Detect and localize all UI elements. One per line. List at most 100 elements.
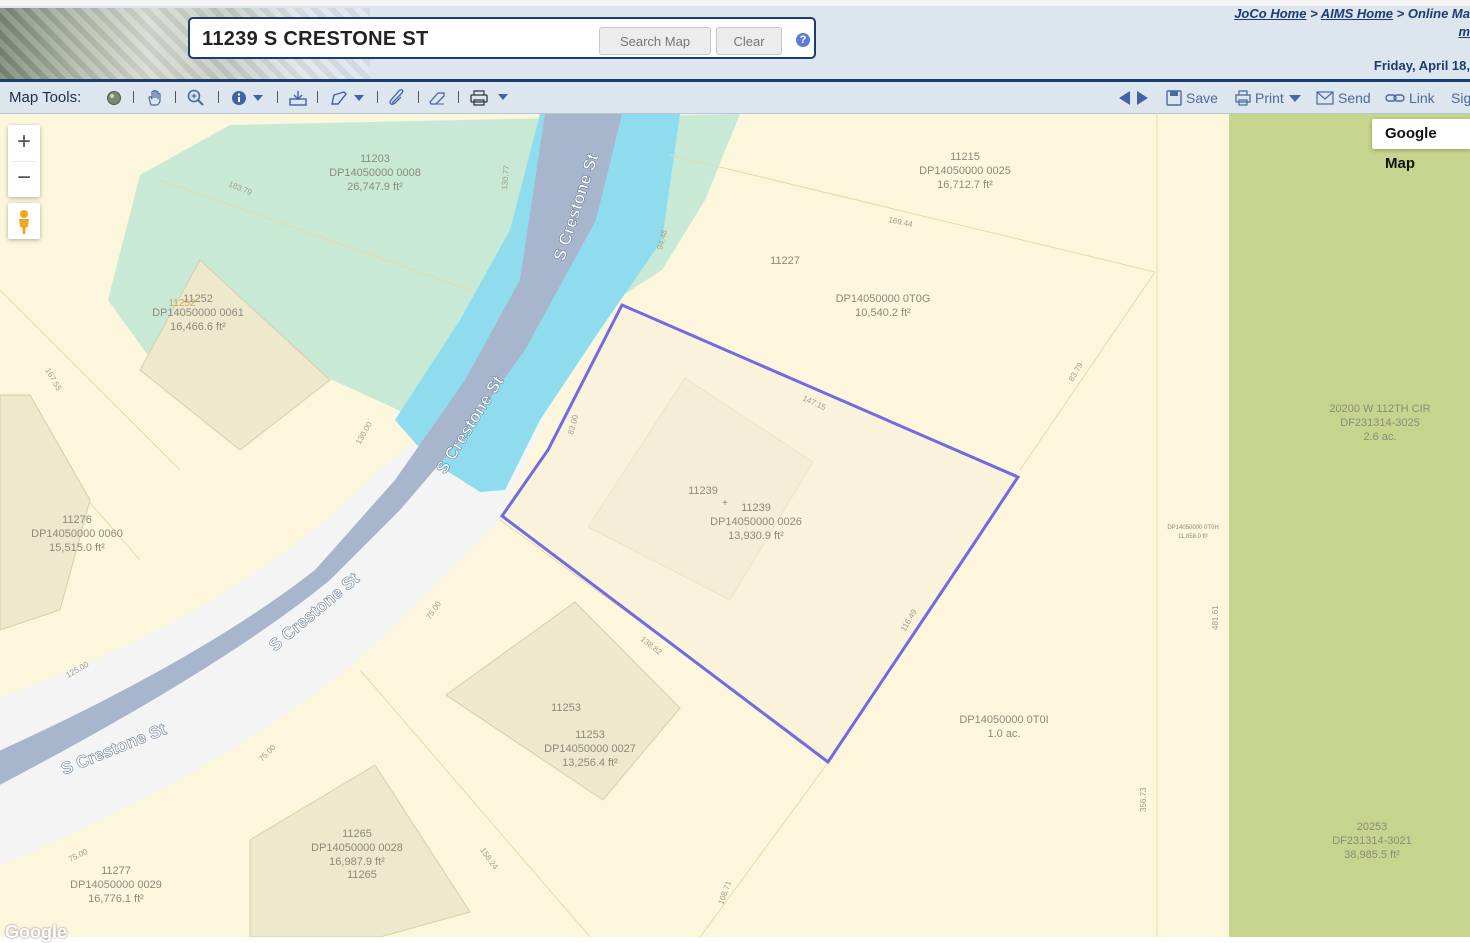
- globe-icon[interactable]: [106, 88, 122, 108]
- save-icon: [1166, 90, 1182, 106]
- parcel-label: 11253: [575, 729, 605, 741]
- link-label: Link: [1409, 90, 1435, 106]
- app-header: 11239 S CRESTONE ST Search Map Clear ? J…: [0, 0, 1470, 82]
- erase-icon[interactable]: [428, 88, 448, 108]
- zoom-control: + −: [8, 125, 40, 197]
- save-button[interactable]: Save: [1166, 90, 1218, 106]
- street-view-pegman-icon[interactable]: [8, 203, 40, 239]
- search-map-button[interactable]: Search Map: [599, 27, 711, 55]
- parcel-label: 13,256.4 ft²: [562, 757, 618, 769]
- park-area: [1229, 114, 1470, 937]
- chevron-down-icon: [1288, 95, 1301, 102]
- back-forward-arrows-icon[interactable]: [1118, 90, 1156, 106]
- dimension-label: 130.00: [354, 420, 374, 446]
- save-label: Save: [1186, 90, 1218, 106]
- toolbar-separator: [377, 91, 378, 103]
- dimension-label: 356.73: [1139, 787, 1148, 812]
- parcel-label: 11215: [950, 151, 980, 163]
- measure-icon[interactable]: [388, 88, 406, 108]
- joco-home-link[interactable]: JoCo Home: [1234, 6, 1306, 21]
- zoom-in-button[interactable]: +: [8, 125, 40, 161]
- dimension-label: 481.61: [1211, 605, 1220, 630]
- parcel-label: 20200 W 112TH CIR: [1329, 403, 1430, 415]
- hand-pan-icon[interactable]: [146, 88, 164, 108]
- parcel-label: 26,747.9 ft²: [347, 181, 403, 193]
- parcel-label: 11253: [551, 702, 581, 714]
- toolbar-separator: [317, 91, 318, 103]
- parcel-label: DP14050000 0T0G: [836, 293, 931, 305]
- printer-icon: [1235, 90, 1251, 106]
- parcel-label: 15,515.0 ft²: [49, 542, 105, 554]
- account-link[interactable]: m: [1458, 24, 1470, 39]
- clear-button[interactable]: Clear: [716, 27, 782, 55]
- parcel-label: 11276: [62, 514, 92, 526]
- help-icon[interactable]: ?: [796, 33, 810, 47]
- parcel-label: 11265: [342, 828, 372, 840]
- aims-home-link[interactable]: AIMS Home: [1321, 6, 1393, 21]
- parcel-label: DP14050000 0026: [710, 516, 802, 528]
- dimension-label: 167.55: [43, 367, 63, 393]
- history-nav[interactable]: [1118, 90, 1156, 106]
- toolbar-separator: [458, 91, 459, 103]
- parcel-label: DP14050000 0T0I: [959, 714, 1048, 726]
- parcel-label: DP14050000 0008: [329, 167, 421, 179]
- parcel-label: 11239: [741, 502, 771, 514]
- link-button[interactable]: Link: [1385, 90, 1435, 106]
- parcel-label: DP14050000 0027: [544, 743, 636, 755]
- search-bar: 11239 S CRESTONE ST Search Map Clear ?: [188, 17, 816, 59]
- dimension-label: 169.44: [888, 215, 914, 229]
- parcel-label: 2.6 ac.: [1363, 431, 1396, 443]
- breadcrumb-separator: >: [1396, 6, 1405, 21]
- info-icon[interactable]: [231, 88, 265, 108]
- zoom-out-button[interactable]: −: [8, 161, 40, 197]
- breadcrumb-separator: >: [1310, 6, 1318, 21]
- draw-icon[interactable]: [330, 88, 370, 108]
- toolbar-separator: [175, 91, 176, 103]
- online-maps-link[interactable]: Online Ma: [1408, 6, 1470, 21]
- zoom-divider: [12, 161, 36, 162]
- parcel-label: DP14050000 0028: [311, 842, 403, 854]
- parcel-label: DF231314-3021: [1332, 835, 1412, 847]
- parcel-label: 11277: [101, 865, 131, 877]
- google-logo: Google: [5, 922, 67, 942]
- toolbar-separator: [218, 91, 219, 103]
- parcel-label: 11227: [770, 255, 800, 267]
- print-button[interactable]: Print: [1235, 90, 1302, 106]
- layers-icon[interactable]: [288, 88, 308, 108]
- parcel-label: DF231314-3025: [1340, 417, 1420, 429]
- toolbar-separator: [418, 91, 419, 103]
- send-button[interactable]: Send: [1316, 90, 1371, 106]
- centroid-marker: +: [722, 498, 728, 509]
- parcel-label: DP14050000 0060: [31, 528, 123, 540]
- parcel-label: 11265: [347, 869, 377, 881]
- toolbar-separator: [133, 91, 134, 103]
- map-canvas[interactable]: S Crestone St S Crestone St S Crestone S…: [0, 114, 1470, 937]
- search-input[interactable]: 11239 S CRESTONE ST: [202, 28, 429, 51]
- zoom-icon[interactable]: [187, 88, 205, 108]
- breadcrumb: JoCo Home > AIMS Home > Online Ma: [1234, 6, 1470, 21]
- parcel-label: 38,985.5 ft²: [1344, 849, 1400, 861]
- google-map-button[interactable]: Google Map: [1372, 119, 1470, 172]
- chain-link-icon: [1385, 94, 1405, 102]
- send-label: Send: [1338, 90, 1371, 106]
- parcel-label: 1.0 ac.: [987, 728, 1020, 740]
- current-date: Friday, April 18,: [1373, 58, 1470, 73]
- parcel-label: 16,712.7 ft²: [937, 179, 993, 191]
- map-tools-label: Map Tools:: [9, 89, 82, 106]
- parcel-label: DP14050000 0T0H: [1167, 525, 1218, 531]
- map-toolbar: Map Tools: Save Print Send Link Sig: [0, 82, 1470, 114]
- parcel-label: 11203: [360, 153, 390, 165]
- parcel-label: 10,540.2 ft²: [855, 307, 911, 319]
- parcel-label: DP14050000 0025: [919, 165, 1011, 177]
- parcel-overlay-label: 11252: [168, 298, 196, 309]
- parcel-label: 11239: [688, 485, 718, 497]
- dimension-label: 75.00: [257, 743, 278, 764]
- dimension-label: 75.00: [424, 599, 443, 621]
- dimension-label: 108.71: [716, 879, 733, 906]
- parcel-label: 20253: [1357, 821, 1388, 833]
- parcel-label: 11,858.0 ft²: [1178, 534, 1208, 540]
- sign-in-button[interactable]: Sig: [1451, 90, 1470, 106]
- dimension-label: 138.82: [639, 634, 664, 656]
- parcel-label: 16,776.1 ft²: [88, 893, 144, 905]
- print-map-icon[interactable]: [470, 88, 512, 108]
